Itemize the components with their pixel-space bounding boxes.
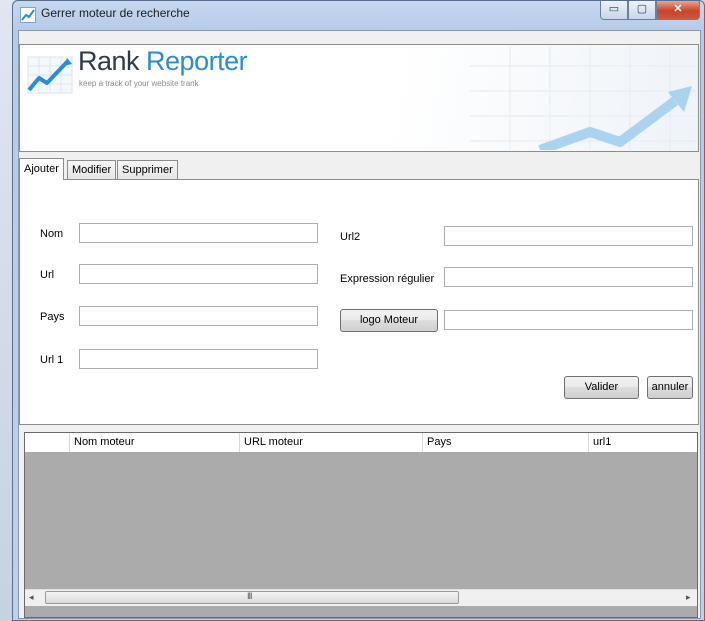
window-title: Gerrer moteur de recherche: [41, 6, 190, 20]
decorative-chart-graphic: [470, 46, 698, 150]
close-button[interactable]: ✕: [656, 1, 700, 20]
column-header-pays[interactable]: Pays: [423, 433, 589, 452]
url1-input[interactable]: [79, 349, 318, 369]
scrollbar-grip-icon: III: [247, 591, 252, 601]
url1-label: Url 1: [40, 354, 64, 366]
column-header-nom-moteur[interactable]: Nom moteur: [70, 433, 240, 452]
annuler-button[interactable]: annuler: [647, 376, 693, 399]
brand-tagline: keep a track of your website trank: [79, 79, 199, 88]
tab-ajouter[interactable]: Ajouter: [19, 158, 64, 180]
column-header-url-moteur[interactable]: URL moteur: [240, 433, 423, 452]
brand-name-first: Rank: [78, 46, 140, 76]
valider-button[interactable]: Valider: [564, 376, 639, 399]
nom-input[interactable]: [79, 223, 318, 243]
grid-body: [25, 453, 697, 589]
minimize-button[interactable]: ▭: [600, 1, 628, 20]
nom-label: Nom: [40, 228, 64, 240]
url-input[interactable]: [79, 264, 318, 284]
column-header-url1[interactable]: url1: [589, 433, 697, 452]
url2-input[interactable]: [444, 226, 693, 246]
expression-label: Expression régulier: [340, 273, 435, 285]
url-label: Url: [40, 269, 55, 281]
rank-reporter-logo-icon: [27, 56, 73, 94]
expression-input[interactable]: [444, 267, 693, 287]
brand-name-second: Reporter: [146, 46, 248, 76]
url2-label: Url2: [340, 231, 361, 243]
row-header-corner: [25, 433, 70, 452]
tab-modifier[interactable]: Modifier: [67, 160, 117, 179]
logo-moteur-button[interactable]: logo Moteur: [340, 309, 438, 332]
pays-input[interactable]: [79, 306, 318, 326]
maximize-button[interactable]: ▢: [628, 1, 656, 20]
scroll-left-arrow-icon[interactable]: ◂: [29, 592, 34, 603]
pays-label: Pays: [40, 311, 65, 323]
tab-supprimer[interactable]: Supprimer: [117, 160, 178, 179]
brand-name: Rank Reporter: [78, 46, 248, 77]
logo-path-input[interactable]: [444, 310, 693, 330]
app-icon: [20, 7, 36, 23]
scrollbar-thumb[interactable]: [45, 591, 459, 604]
scroll-right-arrow-icon[interactable]: ▸: [686, 592, 691, 603]
